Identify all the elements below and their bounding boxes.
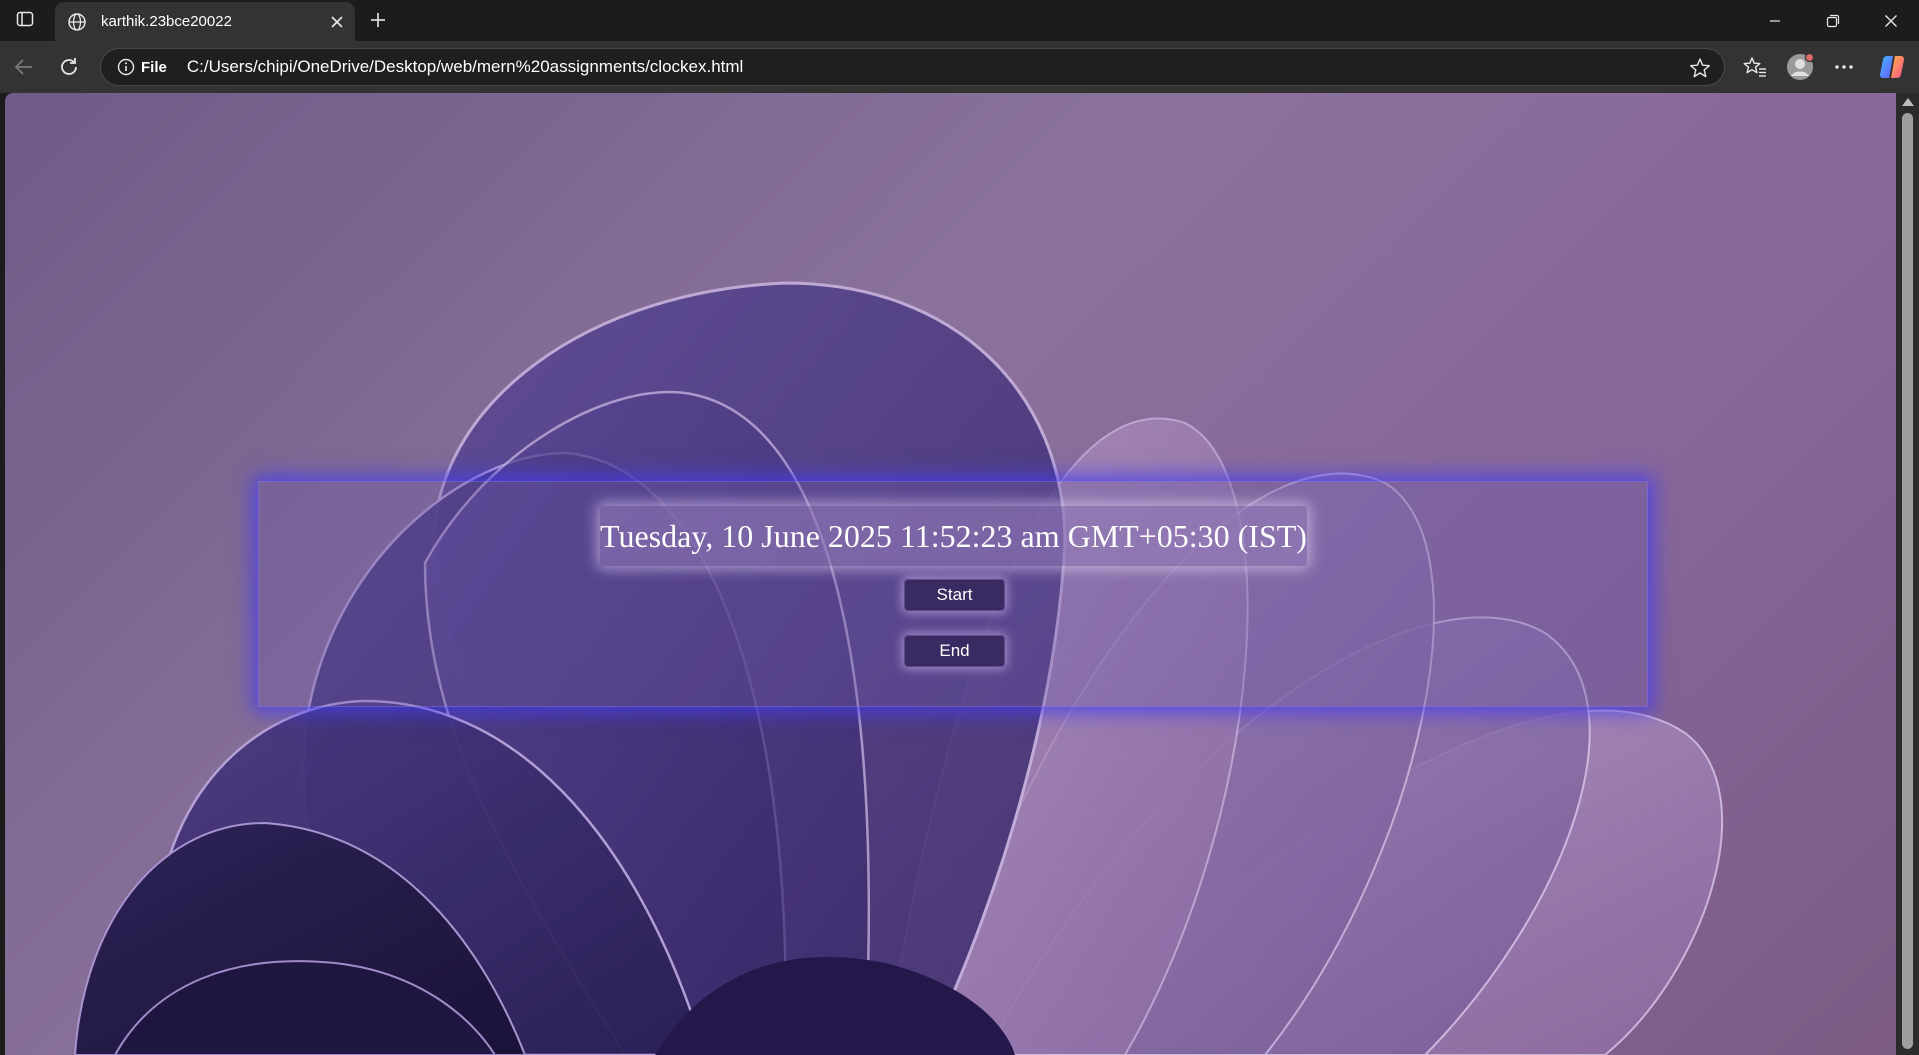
site-info-button[interactable]: File <box>109 53 177 81</box>
close-window-button[interactable] <box>1868 0 1914 41</box>
close-icon <box>1885 14 1897 27</box>
restore-button[interactable] <box>1810 0 1856 41</box>
minimize-button[interactable] <box>1752 0 1798 41</box>
site-info-label: File <box>141 58 167 76</box>
page-viewport: Tuesday, 10 June 2025 11:52:23 am GMT+05… <box>5 93 1896 1055</box>
add-favorite-button[interactable] <box>1686 54 1714 82</box>
refresh-button[interactable] <box>51 49 87 85</box>
close-icon <box>331 16 343 28</box>
tab-strip: karthik.23bce20022 <box>0 0 1919 41</box>
url-text[interactable]: C:/Users/chipi/OneDrive/Desktop/web/mern… <box>187 57 743 77</box>
profile-avatar-icon <box>1787 52 1815 80</box>
start-button[interactable]: Start <box>904 579 1005 611</box>
new-tab-button[interactable] <box>362 5 394 35</box>
tab-actions-icon <box>16 10 34 33</box>
refresh-icon <box>61 58 77 75</box>
back-arrow-icon <box>14 59 32 75</box>
browser-tab-active[interactable]: karthik.23bce20022 <box>55 2 355 41</box>
vertical-scrollbar[interactable] <box>1896 93 1919 1055</box>
plus-icon <box>371 13 385 27</box>
copilot-button[interactable] <box>1874 49 1910 85</box>
more-icon <box>1835 65 1853 69</box>
end-button[interactable]: End <box>904 635 1005 667</box>
back-button[interactable] <box>6 49 42 85</box>
clock-panel: Tuesday, 10 June 2025 11:52:23 am GMT+05… <box>258 481 1648 707</box>
clock-display: Tuesday, 10 June 2025 11:52:23 am GMT+05… <box>600 506 1307 566</box>
close-tab-button[interactable] <box>323 8 351 36</box>
minimize-icon <box>1770 19 1780 22</box>
scroll-thumb[interactable] <box>1902 113 1913 1049</box>
tab-title: karthik.23bce20022 <box>101 13 232 30</box>
browser-toolbar: File C:/Users/chipi/OneDrive/Desktop/web… <box>0 41 1919 93</box>
address-bar[interactable]: File C:/Users/chipi/OneDrive/Desktop/web… <box>100 48 1725 86</box>
favorites-button[interactable] <box>1737 49 1773 85</box>
profile-button[interactable] <box>1782 49 1818 85</box>
favorites-icon <box>1743 57 1766 77</box>
star-icon <box>1690 58 1710 78</box>
globe-icon <box>65 10 89 34</box>
more-options-button[interactable] <box>1826 49 1862 85</box>
copilot-icon <box>1879 55 1905 79</box>
tab-actions-button[interactable] <box>8 6 42 36</box>
browser-window: karthik.23bce20022 File C:/Users/chipi/O… <box>0 0 1919 1055</box>
info-icon <box>117 58 135 76</box>
restore-icon <box>1826 14 1840 27</box>
scroll-up-arrow-icon[interactable] <box>1902 98 1914 106</box>
